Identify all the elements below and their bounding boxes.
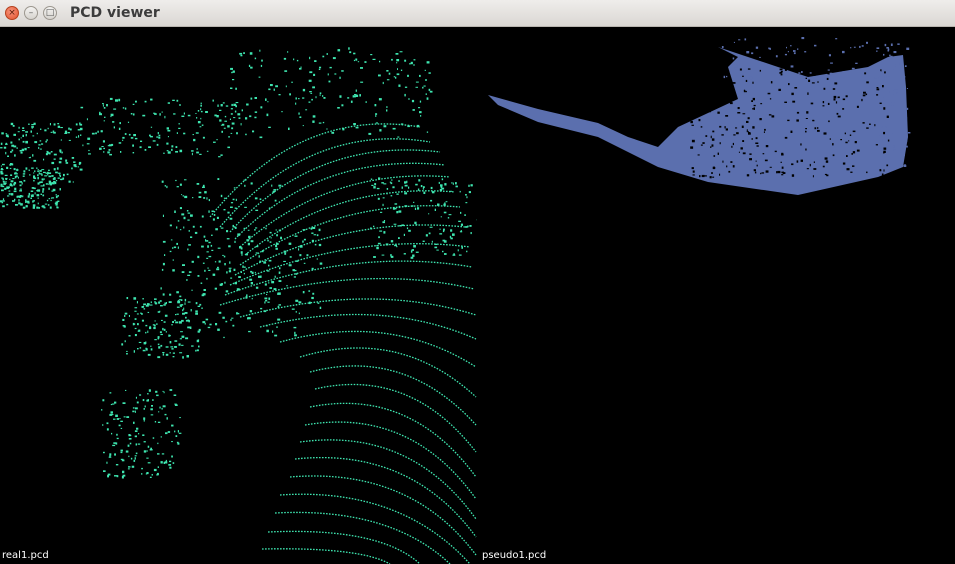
pcd-viewer-window: × – □ PCD viewer real1.pcd pseudo1.pcd: [0, 0, 955, 564]
viewport-label-real: real1.pcd: [2, 550, 49, 561]
window-title: PCD viewer: [70, 5, 160, 21]
scatter-points-real: [0, 47, 477, 479]
pseudo-surface: [488, 47, 908, 195]
viewport-real[interactable]: real1.pcd: [0, 27, 477, 564]
maximize-icon[interactable]: □: [43, 6, 57, 20]
title-bar[interactable]: × – □ PCD viewer: [0, 0, 955, 27]
scan-rings: [209, 123, 477, 564]
close-icon[interactable]: ×: [5, 6, 19, 20]
point-cloud-pseudo[interactable]: [478, 27, 955, 564]
viewport-label-pseudo: pseudo1.pcd: [482, 550, 547, 561]
point-cloud-real[interactable]: [0, 27, 477, 564]
viewport-pseudo[interactable]: pseudo1.pcd: [478, 27, 955, 564]
minimize-icon[interactable]: –: [24, 6, 38, 20]
